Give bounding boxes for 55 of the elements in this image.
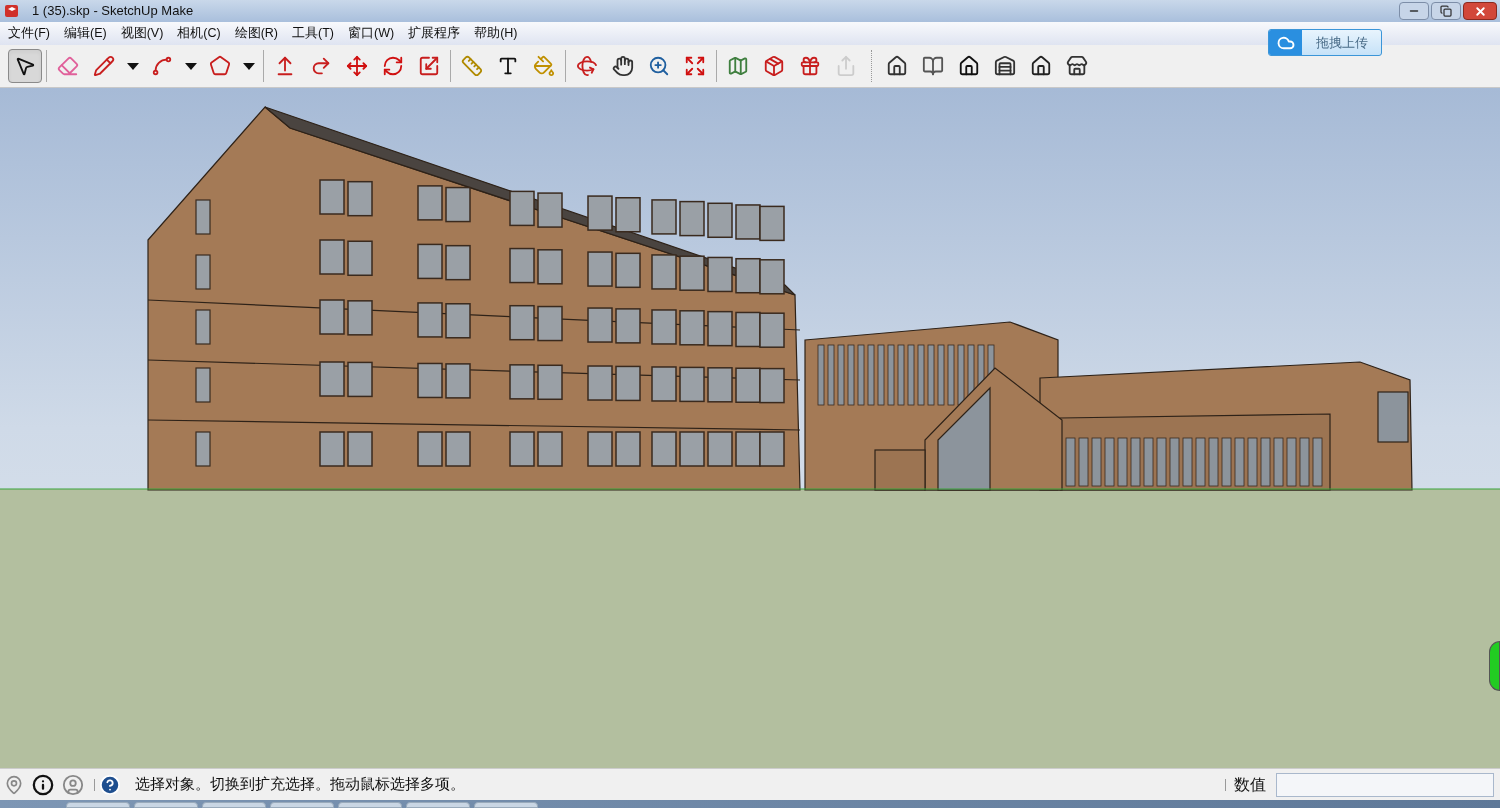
menu-item[interactable]: 文件(F) [8, 24, 50, 43]
menu-item[interactable]: 编辑(E) [63, 24, 107, 43]
caret-icon [185, 62, 197, 70]
measurements-field[interactable] [1276, 772, 1494, 797]
zoom-extents-icon [684, 55, 706, 77]
house-icon [886, 55, 908, 77]
close-button[interactable] [1463, 2, 1497, 20]
3d-viewport[interactable] [0, 88, 1500, 768]
tape-measure-icon [461, 55, 483, 77]
book-icon [922, 55, 944, 77]
status-message: 选择对象。切换到扩充选择。拖动鼠标选择多项。 [135, 774, 465, 795]
menu-item[interactable]: 绘图(R) [234, 24, 279, 43]
house-icon [958, 55, 980, 77]
close-icon [1473, 4, 1487, 18]
share-icon [835, 55, 857, 77]
user-icon[interactable] [62, 773, 84, 796]
curved-arrow-icon [310, 55, 332, 77]
caret-icon [127, 62, 139, 70]
app-logo-icon [4, 3, 20, 19]
menu-item[interactable]: 窗口(W) [348, 24, 395, 43]
zoom-icon [648, 55, 670, 77]
pentagon-icon [209, 55, 231, 77]
restore-button[interactable] [1431, 2, 1461, 20]
hand-icon [612, 55, 634, 77]
minimize-button[interactable] [1399, 2, 1429, 20]
eraser-icon [57, 55, 79, 77]
menu-item[interactable]: 相机(C) [177, 24, 221, 43]
menu-item[interactable]: 视图(V) [120, 24, 164, 43]
menu-item[interactable]: 扩展程序 [408, 24, 461, 43]
orbit-icon [576, 55, 598, 77]
warehouse-icon [994, 55, 1016, 77]
scale-icon [418, 55, 440, 77]
caret-icon [243, 62, 255, 70]
house-icon [1030, 55, 1052, 77]
upload-button[interactable]: 拖拽上传 [1268, 29, 1382, 56]
tool-button[interactable] [8, 49, 42, 83]
gift-icon [799, 55, 821, 77]
map-icon [727, 55, 749, 77]
text-icon [497, 55, 519, 77]
menu-item[interactable]: 工具(T) [292, 24, 334, 43]
info-icon[interactable] [32, 773, 54, 796]
location-pin-icon[interactable] [4, 774, 24, 795]
pencil-icon [93, 55, 115, 77]
rotate-icon [382, 55, 404, 77]
move-icon [346, 55, 368, 77]
store-icon [1066, 55, 1088, 77]
menu-item[interactable]: 帮助(H) [474, 24, 518, 43]
restore-icon [1440, 5, 1452, 17]
paint-bucket-icon [533, 55, 555, 77]
arc-icon [151, 55, 173, 77]
window-title: 1 (35).skp - SketchUp Make [32, 2, 194, 21]
measurements-label: 数值 [1234, 774, 1266, 795]
cursor-icon [14, 55, 36, 77]
box-icon [763, 55, 785, 77]
help-icon[interactable] [99, 773, 121, 796]
